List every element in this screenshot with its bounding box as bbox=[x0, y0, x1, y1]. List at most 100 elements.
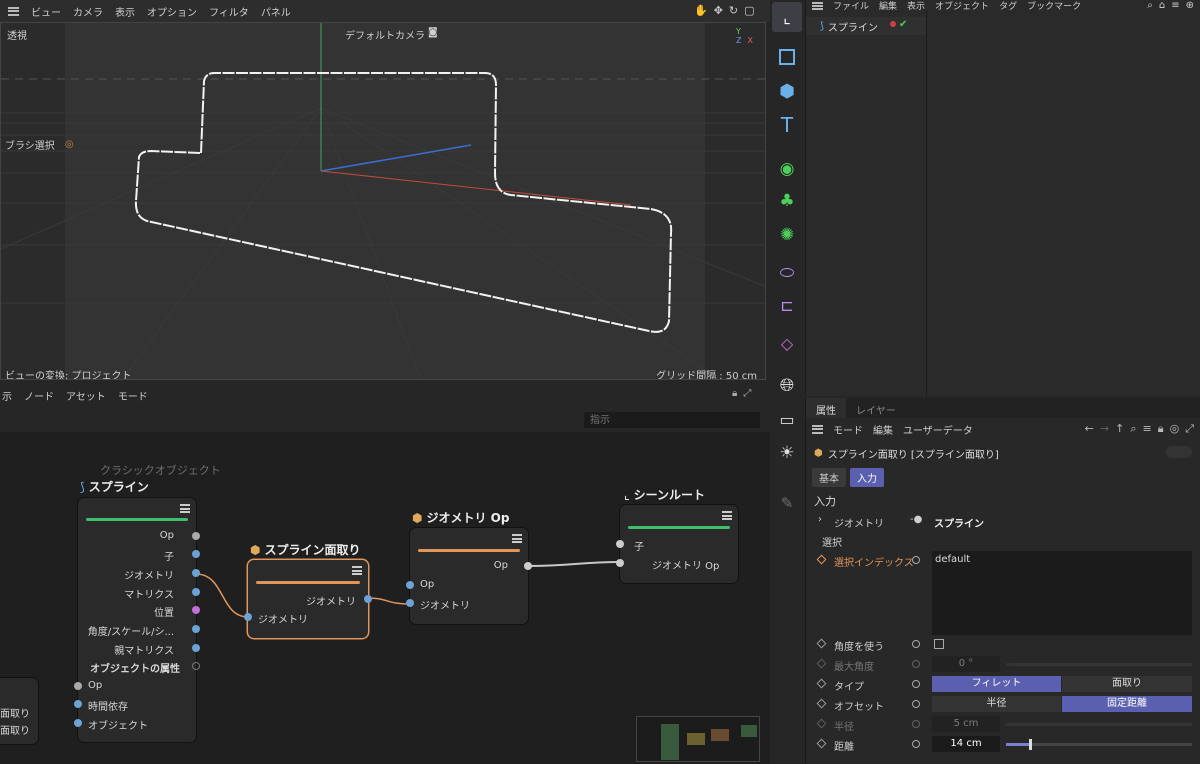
om-menu-file[interactable]: ファイル bbox=[833, 0, 869, 12]
port-op-out[interactable] bbox=[192, 532, 200, 540]
partial-node[interactable]: 面取り 面取り bbox=[0, 678, 38, 744]
port-op-in[interactable] bbox=[74, 682, 82, 690]
menu-display[interactable]: 表示 bbox=[115, 4, 135, 19]
attr-menu-edit[interactable]: 編集 bbox=[873, 422, 893, 437]
viewport[interactable]: 透視 デフォルトカメラ ◙ ブラシ選択 ◎ Y ZX ビューの変換: プロジェク… bbox=[0, 22, 766, 380]
subtab-input[interactable]: 入力 bbox=[850, 468, 884, 487]
menu-camera[interactable]: カメラ bbox=[73, 4, 103, 19]
keyframe-icon[interactable] bbox=[816, 718, 827, 729]
menu-view[interactable]: ビュー bbox=[31, 4, 61, 19]
node-menu-icon[interactable] bbox=[512, 534, 522, 543]
distance-field[interactable]: 14 cm bbox=[932, 736, 1000, 752]
target-icon[interactable]: ◎ bbox=[1170, 422, 1180, 436]
spline-node[interactable]: Op 子 ジオメトリ マトリクス 位置 角度/スケール/シ... 親マトリクス … bbox=[74, 498, 200, 742]
subtab-basic[interactable]: 基本 bbox=[812, 468, 846, 487]
port-child-out[interactable] bbox=[192, 550, 200, 558]
distance-slider[interactable] bbox=[1006, 743, 1192, 746]
spline-deformer-button[interactable]: ◇ bbox=[772, 328, 802, 358]
environment-button[interactable]: 🌐︎ bbox=[772, 370, 802, 400]
keyframe-icon[interactable] bbox=[816, 738, 827, 749]
om-menu-edit[interactable]: 編集 bbox=[879, 0, 897, 12]
keyframe-icon[interactable] bbox=[816, 698, 827, 709]
object-row-spline[interactable]: ⟆ スプライン bbox=[806, 17, 926, 35]
camera-button[interactable]: ▭ bbox=[772, 404, 802, 434]
maximize-icon[interactable]: ▢ bbox=[744, 4, 754, 17]
geomop-op-out[interactable] bbox=[524, 562, 532, 570]
geomop-node[interactable]: Op Op ジオメトリ bbox=[406, 528, 532, 624]
om-menu-bookmark[interactable]: ブックマーク bbox=[1027, 0, 1081, 12]
port-object-in[interactable] bbox=[74, 719, 82, 727]
move-icon[interactable]: ✥ bbox=[714, 4, 723, 17]
sel-index-textarea[interactable]: default bbox=[932, 551, 1192, 635]
offset-radius-button[interactable]: 半径 bbox=[932, 696, 1061, 712]
effector-button[interactable]: ✺ bbox=[772, 220, 802, 250]
keyframe-icon[interactable] bbox=[816, 554, 827, 565]
max-angle-slider[interactable] bbox=[1006, 663, 1192, 666]
cloner-button[interactable]: ♣ bbox=[772, 186, 802, 216]
filter-icon[interactable]: ≡ bbox=[1143, 422, 1152, 436]
keyframe-icon[interactable] bbox=[816, 638, 827, 649]
spline-tool-button[interactable]: ⌞ bbox=[772, 2, 802, 32]
chamfer-geometry-in[interactable] bbox=[244, 613, 252, 621]
chamfer-node[interactable]: ジオメトリ ジオメトリ bbox=[244, 560, 372, 638]
geometry-value[interactable]: スプライン bbox=[934, 515, 984, 530]
sceneroot-geomop-in[interactable] bbox=[616, 559, 624, 567]
pan-icon[interactable]: ✋ bbox=[694, 4, 708, 17]
port-object-attrs-out[interactable] bbox=[192, 662, 200, 670]
rectangle-button[interactable] bbox=[772, 42, 802, 72]
om-menu-tag[interactable]: タグ bbox=[999, 0, 1017, 12]
cube-button[interactable]: ⬢ bbox=[772, 76, 802, 106]
port-position-out[interactable] bbox=[192, 606, 200, 614]
tab-attributes[interactable]: 属性 bbox=[806, 398, 846, 418]
forward-icon[interactable]: → bbox=[1100, 422, 1109, 436]
menu-options[interactable]: オプション bbox=[147, 4, 197, 19]
generator-button[interactable]: ◉ bbox=[772, 154, 802, 184]
distance-slider-handle[interactable] bbox=[1029, 739, 1032, 750]
geomop-op-in[interactable] bbox=[406, 581, 414, 589]
port-circle-icon[interactable] bbox=[912, 700, 920, 708]
target-icon[interactable]: ◎ bbox=[65, 139, 74, 150]
keyframe-icon[interactable] bbox=[816, 658, 827, 669]
keyframe-icon[interactable] bbox=[816, 678, 827, 689]
draw-button[interactable]: ✎ bbox=[772, 488, 802, 518]
port-circle-icon[interactable] bbox=[912, 720, 920, 728]
attr-toggle[interactable] bbox=[1166, 446, 1192, 458]
radius-slider[interactable] bbox=[1006, 723, 1192, 726]
port-matrix-out[interactable] bbox=[192, 588, 200, 596]
use-angle-checkbox[interactable] bbox=[934, 639, 944, 649]
offset-fixed-button[interactable]: 固定距離 bbox=[1062, 696, 1192, 712]
port-geometry-out[interactable] bbox=[192, 569, 200, 577]
light-button[interactable]: ☀ bbox=[772, 438, 802, 468]
port-circle-icon[interactable] bbox=[912, 640, 920, 648]
filter-icon[interactable]: ≡ bbox=[1171, 0, 1179, 11]
node-menu-icon[interactable] bbox=[352, 566, 362, 575]
rotate-icon[interactable]: ↻ bbox=[729, 4, 738, 17]
port-circle-icon[interactable] bbox=[912, 680, 920, 688]
lock-icon[interactable]: 🔒︎ bbox=[1158, 422, 1164, 436]
node-menu-icon[interactable] bbox=[180, 504, 190, 513]
sceneroot-child-in[interactable] bbox=[616, 540, 624, 548]
text-button[interactable]: T bbox=[772, 110, 802, 140]
port-parent-matrix-out[interactable] bbox=[192, 644, 200, 652]
search-icon[interactable]: ⌕ bbox=[1130, 422, 1136, 436]
chamfer-geometry-out[interactable] bbox=[364, 595, 372, 603]
attr-menu-userdata[interactable]: ユーザーデータ bbox=[903, 422, 973, 437]
menu-icon[interactable] bbox=[8, 6, 19, 16]
up-icon[interactable]: ↑ bbox=[1115, 422, 1124, 436]
menu-filter[interactable]: フィルタ bbox=[209, 4, 249, 19]
home-icon[interactable]: ⌂ bbox=[1159, 0, 1165, 11]
port-time-in[interactable] bbox=[74, 700, 82, 708]
sceneroot-node[interactable]: 子 ジオメトリ Op bbox=[616, 505, 738, 583]
deformer-button[interactable]: ⬭ bbox=[772, 258, 802, 288]
radius-field[interactable]: 5 cm bbox=[932, 716, 1000, 732]
editor-visibility-icon[interactable] bbox=[890, 21, 896, 27]
field-button[interactable]: ⊏ bbox=[772, 290, 802, 320]
port-rotation-out[interactable] bbox=[192, 625, 200, 633]
port-circle-icon[interactable] bbox=[912, 556, 920, 564]
port-circle-icon[interactable] bbox=[912, 740, 920, 748]
add-icon[interactable]: ⊕ bbox=[1186, 0, 1194, 11]
chevron-right-icon[interactable]: › bbox=[818, 514, 822, 525]
search-icon[interactable]: ⌕ bbox=[1147, 0, 1153, 11]
menu-panel[interactable]: パネル bbox=[261, 4, 291, 19]
max-angle-field[interactable]: 0 ° bbox=[932, 656, 1000, 672]
